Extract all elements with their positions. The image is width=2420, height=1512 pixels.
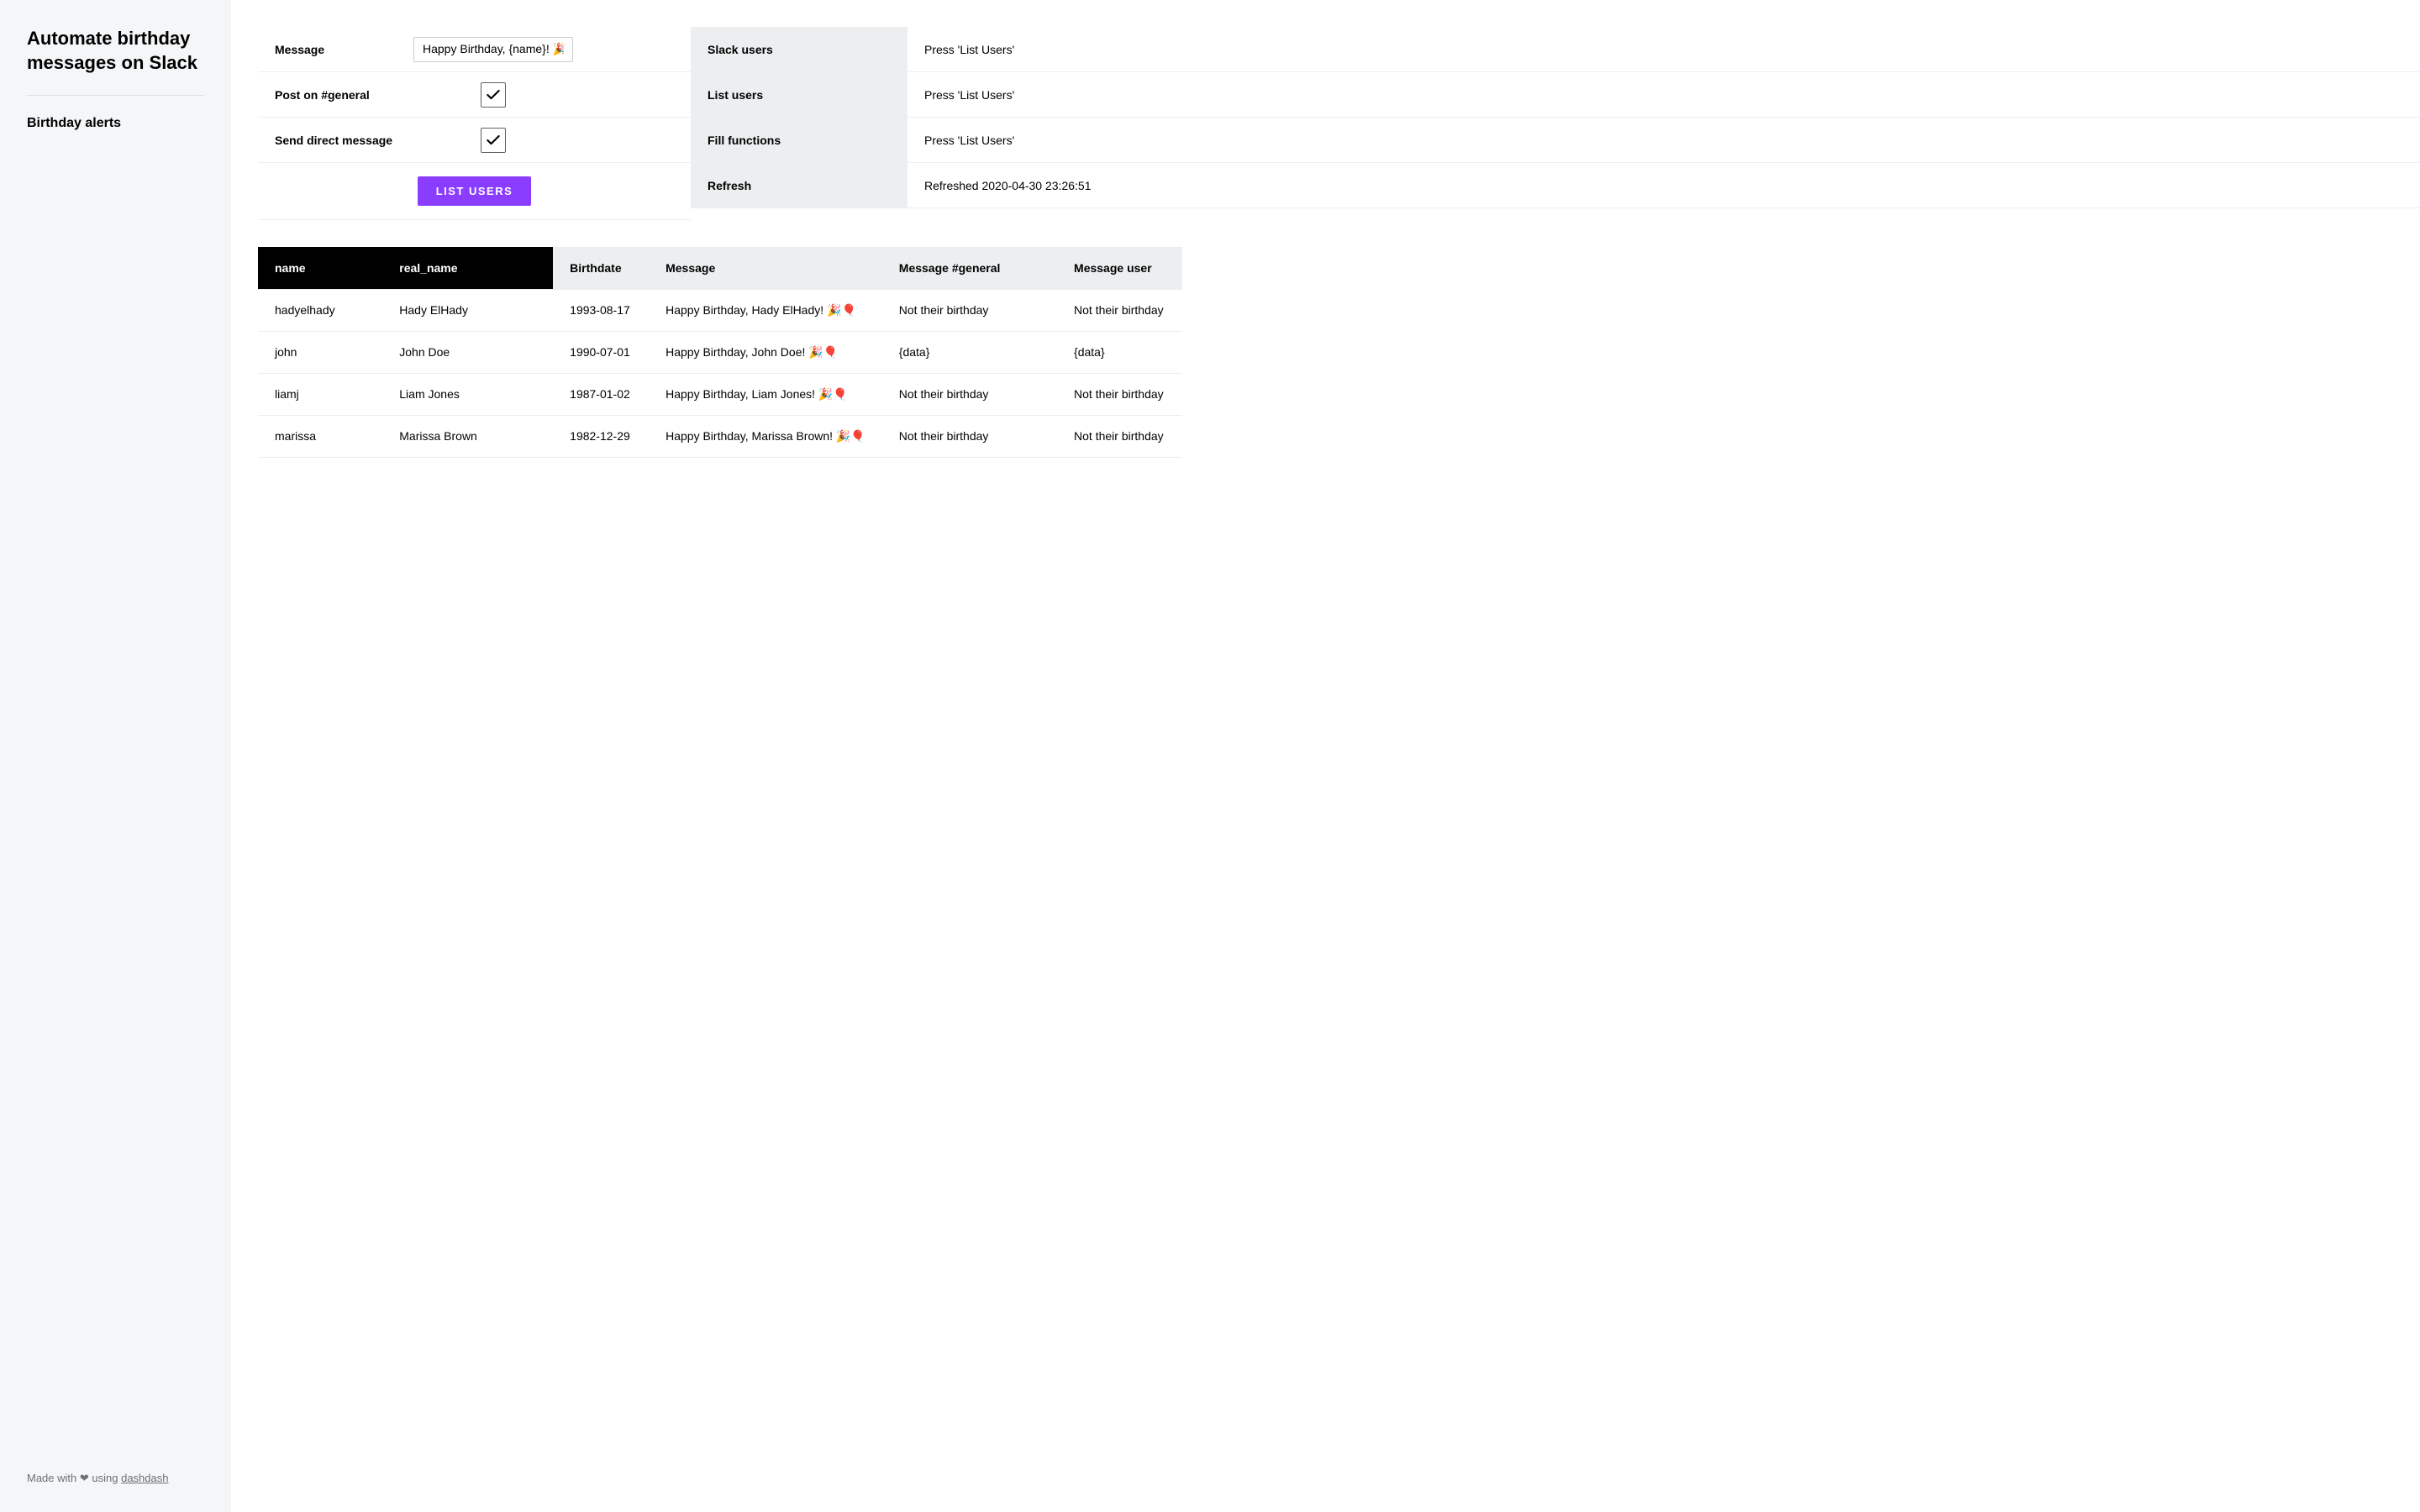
sidebar-item-birthday-alerts[interactable]: Birthday alerts <box>27 116 204 131</box>
cell-message-user: {data} <box>1057 331 1182 373</box>
cell-message-user: Not their birthday <box>1057 415 1182 457</box>
cell-message: Happy Birthday, Liam Jones! 🎉🎈 <box>649 373 882 415</box>
table-row: marissa Marissa Brown 1982-12-29 Happy B… <box>258 415 1182 457</box>
control-row-message: Message <box>258 27 691 72</box>
footer-link-dashdash[interactable]: dashdash <box>121 1472 168 1484</box>
footer-prefix: Made with <box>27 1472 80 1484</box>
status-value: Press 'List Users' <box>908 43 1031 56</box>
list-users-button[interactable]: LIST USERS <box>418 176 532 206</box>
table-wrapper[interactable]: name real_name Birthdate Message Message… <box>258 247 2420 458</box>
header-message: Message <box>649 247 882 289</box>
cell-message-general: Not their birthday <box>882 415 1057 457</box>
cell-name: marissa <box>258 415 382 457</box>
cell-real-name: Liam Jones <box>382 373 553 415</box>
table-row: john John Doe 1990-07-01 Happy Birthday,… <box>258 331 1182 373</box>
status-row-refresh: Refresh Refreshed 2020-04-30 23:26:51 <box>691 163 2420 208</box>
cell-birthdate: 1993-08-17 <box>553 289 649 331</box>
header-real-name: real_name <box>382 247 553 289</box>
status-row-slack-users: Slack users Press 'List Users' <box>691 27 2420 72</box>
status-panel: Slack users Press 'List Users' List user… <box>691 27 2420 220</box>
check-icon <box>485 87 502 103</box>
cell-real-name: Hady ElHady <box>382 289 553 331</box>
control-row-send-dm: Send direct message <box>258 118 691 163</box>
status-label: Slack users <box>691 27 908 71</box>
header-message-general: Message #general <box>882 247 1057 289</box>
button-row: LIST USERS <box>258 163 691 220</box>
status-row-list-users: List users Press 'List Users' <box>691 72 2420 118</box>
check-icon <box>485 132 502 149</box>
app-title: Automate birthday messages on Slack <box>27 27 204 75</box>
users-table: name real_name Birthdate Message Message… <box>258 247 1182 458</box>
cell-message-user: Not their birthday <box>1057 289 1182 331</box>
cell-message: Happy Birthday, Hady ElHady! 🎉🎈 <box>649 289 882 331</box>
status-label: Fill functions <box>691 118 908 162</box>
status-value: Refreshed 2020-04-30 23:26:51 <box>908 179 1107 192</box>
footer-mid: using <box>89 1472 121 1484</box>
status-label: List users <box>691 72 908 117</box>
header-name: name <box>258 247 382 289</box>
cell-message-general: Not their birthday <box>882 373 1057 415</box>
control-row-post-general: Post on #general <box>258 72 691 118</box>
table-header-row: name real_name Birthdate Message Message… <box>258 247 1182 289</box>
header-birthdate: Birthdate <box>553 247 649 289</box>
cell-real-name: John Doe <box>382 331 553 373</box>
message-input[interactable] <box>413 37 573 62</box>
controls-panel: Message Post on #general Send direct mes… <box>258 27 691 220</box>
status-row-fill-functions: Fill functions Press 'List Users' <box>691 118 2420 163</box>
cell-message-general: Not their birthday <box>882 289 1057 331</box>
status-value: Press 'List Users' <box>908 134 1031 147</box>
heart-icon: ❤ <box>80 1472 89 1485</box>
post-general-checkbox[interactable] <box>481 82 506 108</box>
header-message-user: Message user <box>1057 247 1182 289</box>
post-general-label: Post on #general <box>275 88 413 102</box>
cell-message-user: Not their birthday <box>1057 373 1182 415</box>
main-content: Message Post on #general Send direct mes… <box>231 0 2420 1512</box>
cell-message: Happy Birthday, Marissa Brown! 🎉🎈 <box>649 415 882 457</box>
sidebar-footer: Made with ❤ using dashdash <box>27 1472 204 1485</box>
table-row: liamj Liam Jones 1987-01-02 Happy Birthd… <box>258 373 1182 415</box>
cell-birthdate: 1982-12-29 <box>553 415 649 457</box>
cell-name: liamj <box>258 373 382 415</box>
status-value: Press 'List Users' <box>908 88 1031 102</box>
cell-real-name: Marissa Brown <box>382 415 553 457</box>
sidebar-divider <box>27 95 204 96</box>
cell-message-general: {data} <box>882 331 1057 373</box>
send-dm-checkbox[interactable] <box>481 128 506 153</box>
table-row: hadyelhady Hady ElHady 1993-08-17 Happy … <box>258 289 1182 331</box>
cell-birthdate: 1990-07-01 <box>553 331 649 373</box>
sidebar: Automate birthday messages on Slack Birt… <box>0 0 231 1512</box>
cell-name: hadyelhady <box>258 289 382 331</box>
cell-message: Happy Birthday, John Doe! 🎉🎈 <box>649 331 882 373</box>
cell-birthdate: 1987-01-02 <box>553 373 649 415</box>
cell-name: john <box>258 331 382 373</box>
send-dm-label: Send direct message <box>275 134 413 147</box>
status-label: Refresh <box>691 163 908 207</box>
message-label: Message <box>275 43 413 56</box>
